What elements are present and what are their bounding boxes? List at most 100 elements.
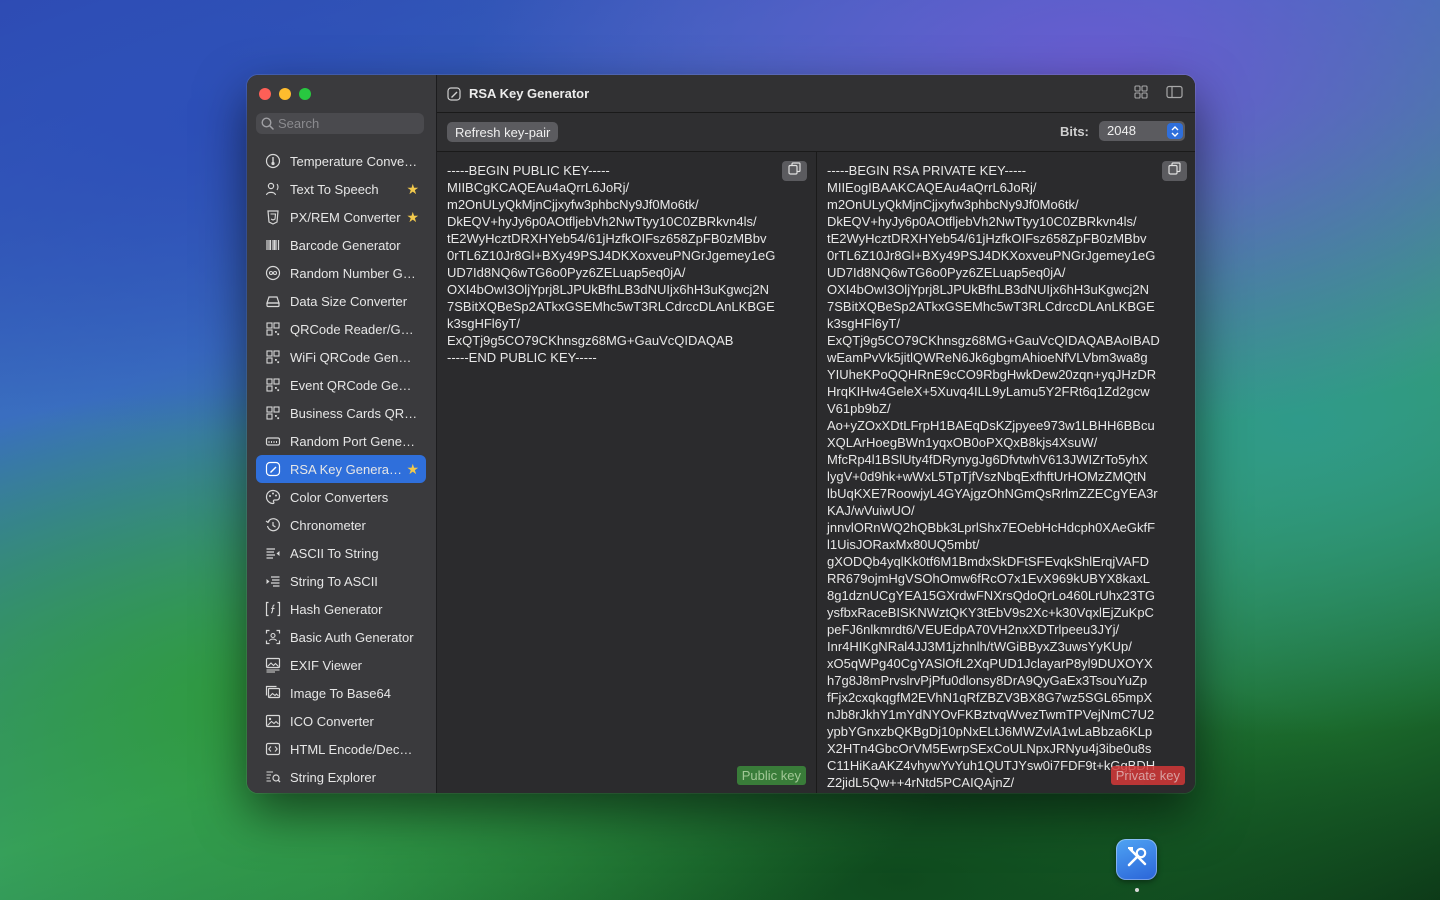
- sidebar-item-label: Event QRCode Generator: [290, 377, 418, 393]
- palette-icon: [263, 489, 283, 505]
- sidebar-item-event-qrcode-generator[interactable]: Event QRCode Generator: [256, 371, 426, 399]
- sidebar-item-label: RSA Key Generator: [290, 461, 402, 477]
- grid-view-icon[interactable]: [1134, 85, 1148, 104]
- barcode-icon: [263, 237, 283, 253]
- copy-icon: [1168, 162, 1181, 180]
- bits-value: 2048: [1107, 123, 1136, 138]
- sidebar-item-text-to-speech[interactable]: Text To Speech ★: [256, 175, 426, 203]
- signature-icon: [263, 461, 283, 477]
- photo-frame-icon: [263, 713, 283, 729]
- photo-stack-icon: [263, 685, 283, 701]
- sidebar-item-random-port-generator[interactable]: Random Port Generator: [256, 427, 426, 455]
- bits-select[interactable]: 2048: [1099, 121, 1185, 141]
- tools-icon: [1124, 844, 1150, 875]
- sidebar-item-label: EXIF Viewer: [290, 657, 363, 673]
- public-key-badge: Public key: [736, 766, 806, 785]
- sidebar-item-temperature-converter[interactable]: Temperature Converter: [256, 147, 426, 175]
- chevron-up-down-icon: [1167, 123, 1183, 139]
- star-icon[interactable]: ★: [406, 209, 419, 225]
- public-key-pane: -----BEGIN PUBLIC KEY----- MIIBCgKCAQEAu…: [437, 152, 817, 793]
- port-icon: [263, 433, 283, 449]
- qrcode-icon: [263, 349, 283, 365]
- sidebar-toggle-icon[interactable]: [1166, 85, 1183, 104]
- signature-icon: [447, 86, 461, 101]
- sidebar-item-label: ASCII To String: [290, 545, 379, 561]
- sidebar-item-label: Barcode Generator: [290, 237, 401, 253]
- sidebar-item-label: Basic Auth Generator: [290, 629, 414, 645]
- sidebar-item-label: ICO Converter: [290, 713, 374, 729]
- sidebar-item-data-size-converter[interactable]: Data Size Converter: [256, 287, 426, 315]
- qrcode-icon: [263, 321, 283, 337]
- star-icon[interactable]: ★: [406, 461, 419, 477]
- text-right-arrow-icon: [263, 573, 283, 589]
- toolbar: Refresh key-pair Bits: 2048: [437, 113, 1195, 152]
- refresh-keypair-button[interactable]: Refresh key-pair: [447, 122, 559, 142]
- sidebar-item-label: String Explorer: [290, 769, 376, 785]
- sidebar-item-chronometer[interactable]: Chronometer: [256, 511, 426, 539]
- search-icon: [256, 117, 278, 130]
- sidebar-item-label: QRCode Reader/Generator: [290, 321, 418, 337]
- private-key-text[interactable]: -----BEGIN RSA PRIVATE KEY----- MIIEogIB…: [827, 162, 1187, 791]
- page-title: RSA Key Generator: [469, 86, 590, 101]
- sidebar-item-label: String To ASCII: [290, 573, 378, 589]
- copy-icon: [788, 162, 801, 180]
- private-key-pane: -----BEGIN RSA PRIVATE KEY----- MIIEogIB…: [817, 152, 1195, 793]
- sidebar-item-qrcode-reader-generator[interactable]: QRCode Reader/Generator: [256, 315, 426, 343]
- sidebar-item-business-cards-qrcode[interactable]: Business Cards QRCode: [256, 399, 426, 427]
- sidebar-item-hash-generator[interactable]: Hash Generator: [256, 595, 426, 623]
- sidebar-item-px-rem-converter[interactable]: PX/REM Converter ★: [256, 203, 426, 231]
- viewfinder-person-icon: [263, 629, 283, 645]
- title-bar: RSA Key Generator: [437, 75, 1195, 113]
- sidebar-item-color-converters[interactable]: Color Converters: [256, 483, 426, 511]
- sidebar-item-ascii-to-string[interactable]: ASCII To String: [256, 539, 426, 567]
- qrcode-icon: [263, 405, 283, 421]
- photo-text-icon: [263, 657, 283, 673]
- sidebar-item-html-encode-decode[interactable]: HTML Encode/Decode: [256, 735, 426, 763]
- sidebar: Temperature ConverterText To Speech★PX/R…: [247, 75, 437, 793]
- sidebar-item-wifi-qrcode-generator[interactable]: WiFi QRCode Generator: [256, 343, 426, 371]
- speaking-person-icon: [263, 181, 283, 197]
- sidebar-item-label: Hash Generator: [290, 601, 383, 617]
- sidebar-item-label: Random Port Generator: [290, 433, 418, 449]
- sidebar-item-label: Text To Speech: [290, 181, 379, 197]
- sidebar-item-random-number-generator[interactable]: Random Number Generator: [256, 259, 426, 287]
- thermometer-gauge-icon: [263, 153, 283, 169]
- sidebar-item-label: HTML Encode/Decode: [290, 741, 418, 757]
- sidebar-item-label: Color Converters: [290, 489, 389, 505]
- sidebar-item-image-to-base64[interactable]: Image To Base64: [256, 679, 426, 707]
- sidebar-item-rsa-key-generator[interactable]: RSA Key Generator ★: [256, 455, 426, 483]
- search-input[interactable]: [278, 116, 408, 131]
- zoom-window-button[interactable]: [299, 88, 311, 100]
- sidebar-item-label: Image To Base64: [290, 685, 391, 701]
- css-shield-icon: [263, 209, 283, 225]
- copy-public-key-button[interactable]: [782, 161, 807, 181]
- sidebar-item-string-to-ascii[interactable]: String To ASCII: [256, 567, 426, 595]
- sidebar-item-label: Random Number Generator: [290, 265, 418, 281]
- magnifier-list-icon: [263, 769, 283, 785]
- search-field[interactable]: [256, 113, 424, 134]
- copy-private-key-button[interactable]: [1162, 161, 1187, 181]
- bits-label: Bits:: [1060, 124, 1089, 139]
- sidebar-item-label: Business Cards QRCode: [290, 405, 418, 421]
- sidebar-item-label: Data Size Converter: [290, 293, 408, 309]
- public-key-text[interactable]: -----BEGIN PUBLIC KEY----- MIIBCgKCAQEAu…: [447, 162, 807, 366]
- traffic-lights: [259, 88, 311, 100]
- sidebar-item-string-explorer[interactable]: String Explorer: [256, 763, 426, 791]
- text-left-arrow-icon: [263, 545, 283, 561]
- sidebar-item-ico-converter[interactable]: ICO Converter: [256, 707, 426, 735]
- sidebar-item-label: PX/REM Converter: [290, 209, 401, 225]
- minimize-window-button[interactable]: [279, 88, 291, 100]
- sidebar-item-label: WiFi QRCode Generator: [290, 349, 418, 365]
- sidebar-item-basic-auth-generator[interactable]: Basic Auth Generator: [256, 623, 426, 651]
- infinity-icon: [263, 265, 283, 281]
- sidebar-item-barcode-generator[interactable]: Barcode Generator: [256, 231, 426, 259]
- sidebar-nav: Temperature Converter Text To Speech ★ PX/R…: [256, 147, 426, 791]
- qrcode-icon: [263, 377, 283, 393]
- dock-app-icon[interactable]: [1116, 839, 1157, 880]
- sidebar-item-exif-viewer[interactable]: EXIF Viewer: [256, 651, 426, 679]
- clock-history-icon: [263, 517, 283, 533]
- drive-icon: [263, 293, 283, 309]
- sidebar-item-label: Temperature Converter: [290, 153, 418, 169]
- star-icon[interactable]: ★: [406, 181, 419, 197]
- close-window-button[interactable]: [259, 88, 271, 100]
